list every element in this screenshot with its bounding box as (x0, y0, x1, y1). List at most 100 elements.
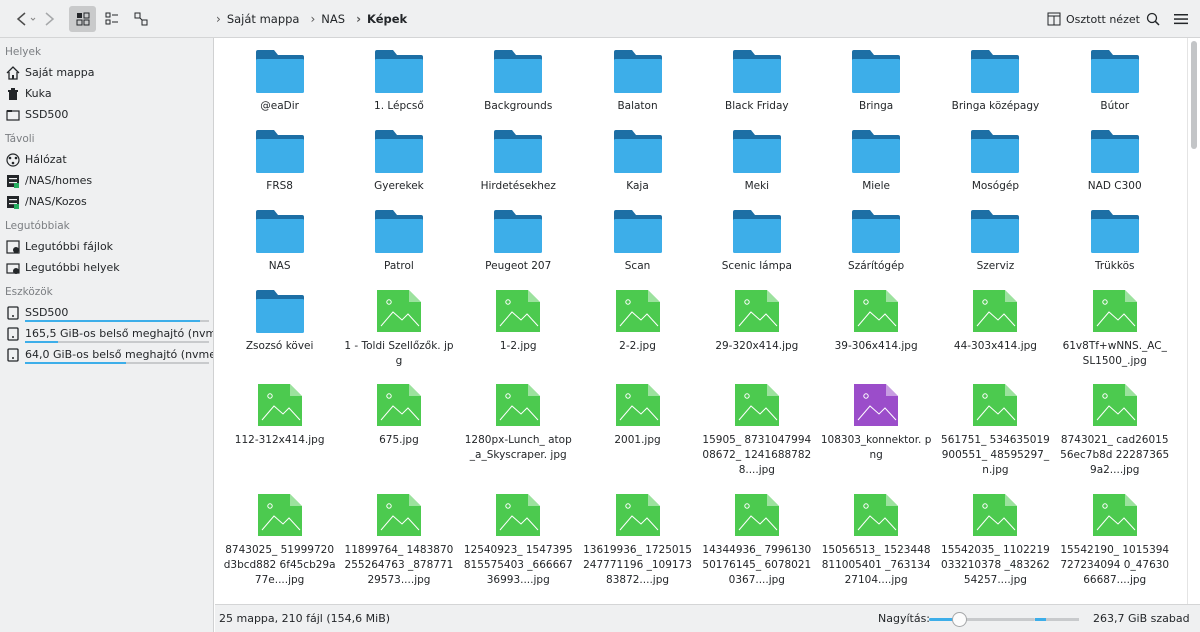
breadcrumb-item[interactable]: › NAS (310, 12, 345, 26)
file-item[interactable]: 44-303x414.jpg (936, 288, 1055, 382)
folder-item[interactable]: @eaDir (220, 48, 339, 128)
breadcrumb-item[interactable]: › Saját mappa (216, 12, 299, 26)
search-button[interactable] (1142, 6, 1164, 32)
file-item[interactable]: 14344936_ 799613050176145_ 60780210367..… (697, 492, 816, 602)
file-name: Black Friday (725, 100, 789, 112)
folder-item[interactable]: Peugeot 207 (459, 208, 578, 288)
sidebar-section-title: Távoli (5, 133, 35, 145)
details-view-button[interactable] (127, 6, 154, 32)
split-view-button[interactable]: Osztott nézet (1047, 6, 1140, 32)
file-item[interactable]: 8743025_ 51999720d3bcd882 6f45cb29a77e..… (220, 492, 339, 602)
file-item[interactable]: 8743021_ cad2601556ec7b8d 222873659a2...… (1055, 382, 1174, 492)
file-name: Zsozsó kövei (245, 340, 314, 352)
forward-button[interactable] (38, 6, 60, 32)
folder-item[interactable]: Trükkös (1055, 208, 1174, 288)
sidebar-item[interactable]: /NAS/Kozos (0, 191, 213, 212)
file-item[interactable]: 15542190_ 1015394727234094 0_4763066687.… (1055, 492, 1174, 602)
folder-item[interactable]: Scenic lámpa (697, 208, 816, 288)
folder-item[interactable]: Balaton (578, 48, 697, 128)
folder-item[interactable]: Kaja (578, 128, 697, 208)
jpg-image-icon (852, 288, 900, 334)
folder-item[interactable]: NAD C300 (1055, 128, 1174, 208)
folder-item[interactable]: Gyerekek (339, 128, 458, 208)
file-item[interactable]: 11899764_ 1483870255264763 _87877129573.… (339, 492, 458, 602)
back-button[interactable] (8, 6, 42, 32)
sidebar-item[interactable]: SSD500 (0, 302, 213, 323)
file-item[interactable]: 1280px-Lunch_ atop_a_Skyscraper. jpg (459, 382, 578, 492)
sidebar-item[interactable]: Hálózat (0, 149, 213, 170)
folder-item[interactable]: Scan (578, 208, 697, 288)
folder-item[interactable]: Szerviz (936, 208, 1055, 288)
file-item[interactable]: 13619936_ 1725015247771196 _10917383872.… (578, 492, 697, 602)
folder-item[interactable]: Patrol (339, 208, 458, 288)
file-item[interactable]: 1-2.jpg (459, 288, 578, 382)
folder-item[interactable]: NAS (220, 208, 339, 288)
free-space-label: 263,7 GiB szabad (1093, 612, 1190, 625)
folder-item[interactable]: Bútor (1055, 48, 1174, 128)
back-arrow-icon (16, 12, 36, 26)
jpg-image-icon (494, 492, 542, 538)
file-view[interactable]: @eaDir 1. Lépcső Backgrounds Balaton Black F… (215, 38, 1187, 604)
file-name: Miele (862, 180, 891, 192)
file-name: 1280px-Lunch_ atop_a_Skyscraper. jpg (464, 434, 572, 461)
file-name: 675.jpg (379, 434, 419, 446)
sidebar-item[interactable]: Legutóbbi helyek (0, 257, 213, 278)
folder-item[interactable]: Hirdetésekhez (459, 128, 578, 208)
file-item[interactable]: 1 - Toldi Szellőzők. jpg (339, 288, 458, 382)
capacity-bar (25, 362, 209, 364)
zoom-slider[interactable] (929, 612, 1035, 627)
file-item[interactable]: 2001.jpg (578, 382, 697, 492)
sidebar-item[interactable]: Kuka (0, 83, 213, 104)
folder-icon (852, 48, 901, 94)
file-item[interactable]: 112-312x414.jpg (220, 382, 339, 492)
folder-item[interactable]: Mosógép (936, 128, 1055, 208)
sidebar-item[interactable]: Saját mappa (0, 62, 213, 83)
sidebar-item-label: Legutóbbi helyek (25, 261, 120, 274)
vertical-scrollbar[interactable] (1187, 38, 1200, 604)
folder-item[interactable]: Bringa (816, 48, 935, 128)
icons-view-button[interactable] (69, 6, 96, 32)
breadcrumb-item-current[interactable]: › Képek (356, 12, 407, 26)
folder-item[interactable]: Miele (816, 128, 935, 208)
folder-item[interactable]: FRS8 (220, 128, 339, 208)
folder-item[interactable]: Backgrounds (459, 48, 578, 128)
file-item[interactable]: 15056513_ 1523448811005401 _76313427104.… (816, 492, 935, 602)
folder-icon (613, 48, 662, 94)
jpg-image-icon (733, 492, 781, 538)
status-bar: 25 mappa, 210 fájl (154,6 MiB) Nagyítás:… (215, 604, 1200, 632)
jpg-image-icon (1091, 382, 1139, 428)
file-item[interactable]: 2-2.jpg (578, 288, 697, 382)
sidebar-item[interactable]: 64,0 GiB-os belső meghajtó (nvme... (0, 344, 213, 365)
folder-item[interactable]: Bringa középagy (936, 48, 1055, 128)
file-item[interactable]: 15542035_ 1102219033210378 _48326254257.… (936, 492, 1055, 602)
folder-item[interactable]: Szárítógép (816, 208, 935, 288)
file-item[interactable]: 108303_konnektor. png (816, 382, 935, 492)
file-item[interactable]: 39-306x414.jpg (816, 288, 935, 382)
folder-item[interactable]: 1. Lépcső (339, 48, 458, 128)
file-item[interactable]: 12540923_ 1547395815575403 _66666736993.… (459, 492, 578, 602)
hamburger-menu-button[interactable] (1170, 6, 1192, 32)
sidebar-item-label: SSD500 (25, 108, 69, 121)
folder-item[interactable]: Black Friday (697, 48, 816, 128)
file-name: 112-312x414.jpg (234, 434, 325, 446)
folder-icon (494, 48, 543, 94)
file-name: 12540923_ 1547395815575403 _66666736993.… (463, 544, 573, 586)
folder-icon (374, 48, 423, 94)
scrollbar-thumb[interactable] (1191, 41, 1197, 149)
zoom-slider-handle[interactable] (951, 612, 967, 627)
home-icon (5, 65, 20, 80)
file-item[interactable]: 61v8Tf+wNNS._AC_ SL1500_.jpg (1055, 288, 1174, 382)
sidebar-item[interactable]: Legutóbbi fájlok (0, 236, 213, 257)
sidebar-item[interactable]: /NAS/homes (0, 170, 213, 191)
compact-view-button[interactable] (98, 6, 125, 32)
folder-item[interactable]: Zsozsó kövei (220, 288, 339, 382)
sidebar-item[interactable]: 165,5 GiB-os belső meghajtó (nvm... (0, 323, 213, 344)
file-item[interactable]: 675.jpg (339, 382, 458, 492)
file-item[interactable]: 29-320x414.jpg (697, 288, 816, 382)
file-name: Trükkös (1094, 260, 1135, 272)
file-item[interactable]: 561751_ 534635019900551_ 48595297_n.jpg (936, 382, 1055, 492)
sidebar-item[interactable]: SSD500 (0, 104, 213, 125)
folder-icon (5, 107, 20, 122)
folder-item[interactable]: Meki (697, 128, 816, 208)
file-item[interactable]: 15905_ 873104799408672_ 12416887828....j… (697, 382, 816, 492)
